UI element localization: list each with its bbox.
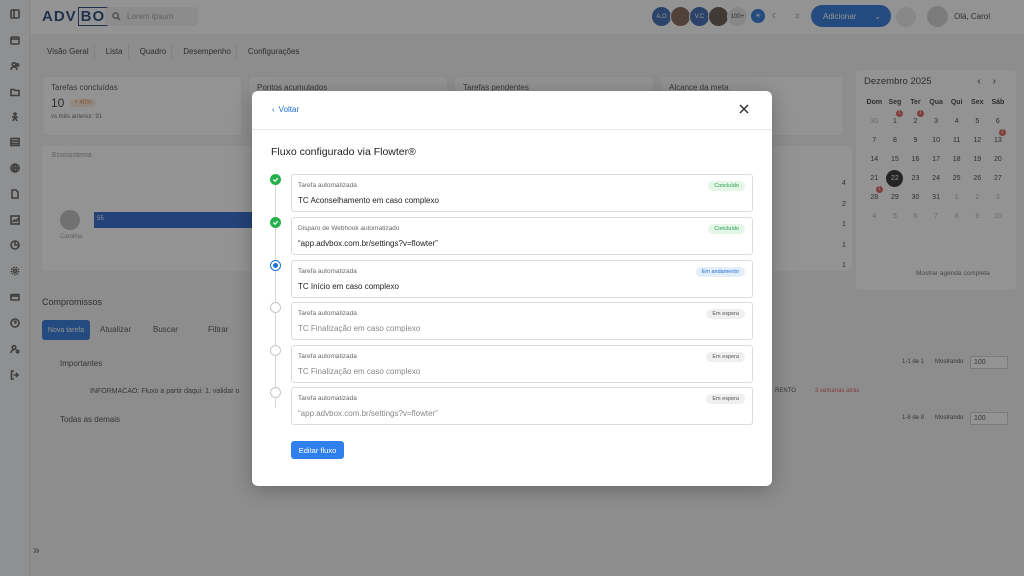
step-type: Tarefa automatizada — [298, 353, 357, 360]
step-type: Tarefa automatizada — [298, 310, 357, 317]
flow-step-card[interactable]: Tarefa automatizada TC Início em caso com… — [291, 260, 753, 298]
step-name: TC Aconselhamento em caso complexo — [298, 196, 439, 205]
pending-step-icon — [270, 387, 281, 398]
close-icon[interactable] — [737, 102, 751, 116]
current-step-icon — [270, 260, 281, 271]
step-name: TC Finalização em caso complexo — [298, 324, 421, 333]
step-name: TC Finalização em caso complexo — [298, 367, 421, 376]
edit-flow-button[interactable]: Editar fluxo — [291, 441, 344, 459]
step-type: Disparo de Webhook automatizado — [298, 225, 400, 232]
status-badge: Em espera — [706, 309, 745, 319]
step-type: Tarefa automatizada — [298, 182, 357, 189]
check-circle-icon — [270, 174, 281, 185]
status-badge: Concluído — [708, 181, 745, 191]
pending-step-icon — [270, 345, 281, 356]
status-badge: Em espera — [706, 352, 745, 362]
step-name: “app.advbox.com.br/settings?v=flowter” — [298, 239, 438, 248]
check-circle-icon — [270, 217, 281, 228]
step-type: Tarefa automatizada — [298, 268, 357, 275]
step-name: “app.advbox.com.br/settings?v=flowter” — [298, 409, 438, 418]
status-badge: Em espera — [706, 394, 745, 404]
back-link[interactable]: ‹ Voltar — [272, 105, 299, 114]
flow-step-card[interactable]: Disparo de Webhook automatizado “app.advb… — [291, 217, 753, 255]
timeline-line — [275, 178, 276, 408]
flow-step-card[interactable]: Tarefa automatizada TC Finalização em cas… — [291, 345, 753, 383]
step-type: Tarefa automatizada — [298, 395, 357, 402]
modal-header: ‹ Voltar — [252, 91, 772, 130]
flow-step-card[interactable]: Tarefa automatizada “app.advbox.com.br/se… — [291, 387, 753, 425]
flow-modal: ‹ Voltar Fluxo configurado via Flowter® … — [252, 91, 772, 486]
modal-title: Fluxo configurado via Flowter® — [271, 146, 416, 158]
step-name: TC Início em caso complexo — [298, 282, 399, 291]
status-badge: Em andamento — [695, 267, 745, 277]
flow-step-card[interactable]: Tarefa automatizada TC Aconselhamento em … — [291, 174, 753, 212]
pending-step-icon — [270, 302, 281, 313]
chevron-left-icon: ‹ — [272, 105, 275, 114]
status-badge: Concluído — [708, 224, 745, 234]
flow-step-card[interactable]: Tarefa automatizada TC Finalização em cas… — [291, 302, 753, 340]
